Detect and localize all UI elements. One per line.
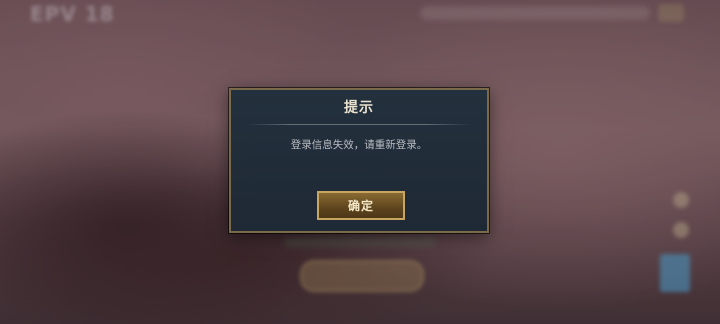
dialog-divider <box>247 124 471 125</box>
game-screen: EPV 18 提示 登录信息失效，请重新登录。 确定 <box>0 0 720 324</box>
alert-dialog: 提示 登录信息失效，请重新登录。 确定 <box>229 88 489 233</box>
dialog-title: 提示 <box>344 100 374 116</box>
dialog-message: 登录信息失效，请重新登录。 <box>290 139 428 151</box>
confirm-button[interactable]: 确定 <box>317 191 405 220</box>
